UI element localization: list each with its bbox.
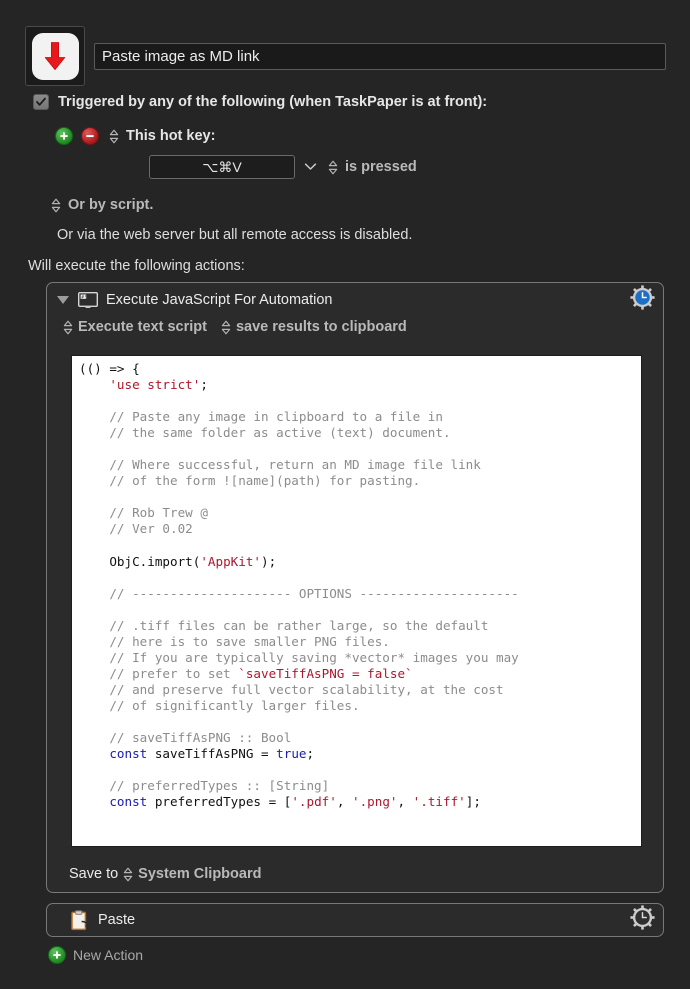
action-panel-paste[interactable]: Paste <box>46 903 664 937</box>
script-trigger-stepper-icon[interactable] <box>51 198 61 213</box>
action-panel-execute-javascript: #! Execute JavaScript For Automation Exe… <box>46 282 664 893</box>
execute-mode-label[interactable]: Execute text script <box>78 319 207 335</box>
results-mode-stepper-icon[interactable] <box>221 320 231 335</box>
execute-mode-stepper-icon[interactable] <box>63 320 73 335</box>
script-editor[interactable]: (() => { 'use strict'; // Paste any imag… <box>71 355 642 847</box>
save-to-prefix: Save to <box>69 866 119 882</box>
red-down-arrow-icon <box>31 32 79 80</box>
new-action-row[interactable]: New Action <box>48 946 143 964</box>
hotkey-condition-stepper-icon[interactable] <box>328 160 338 175</box>
will-execute-label: Will execute the following actions: <box>28 258 245 274</box>
svg-text:#!: #! <box>81 294 87 300</box>
web-server-note: Or via the web server but all remote acc… <box>57 227 413 243</box>
or-by-script-label[interactable]: Or by script. <box>68 197 153 213</box>
add-trigger-button[interactable] <box>55 127 73 145</box>
save-to-stepper-icon[interactable] <box>123 867 133 882</box>
trigger-type-stepper-icon[interactable] <box>109 129 119 144</box>
trigger-checkbox[interactable] <box>33 94 49 110</box>
will-execute-row: Will execute the following actions: <box>28 258 245 274</box>
web-server-note-row: Or via the web server but all remote acc… <box>57 227 412 243</box>
hotkey-trigger-row: This hot key: <box>55 127 215 145</box>
macro-header <box>25 26 666 86</box>
disclosure-triangle-icon[interactable] <box>57 296 69 304</box>
trigger-enabled-row[interactable]: Triggered by any of the following (when … <box>33 94 487 110</box>
gear-clock-icon[interactable] <box>630 285 655 315</box>
hotkey-row: ⌥⌘V is pressed <box>149 155 417 179</box>
green-plus-icon[interactable] <box>48 946 66 964</box>
clipboard-paste-icon <box>71 909 90 931</box>
script-source[interactable]: (() => { 'use strict'; // Paste any imag… <box>72 356 641 810</box>
action-title-row: #! Execute JavaScript For Automation <box>47 283 663 313</box>
save-to-row: Save to System Clipboard <box>69 866 261 882</box>
macro-name-input[interactable] <box>94 42 666 70</box>
macro-icon-well[interactable] <box>25 26 85 86</box>
trigger-checkbox-label: Triggered by any of the following (when … <box>58 94 488 110</box>
gear-clock-icon[interactable] <box>630 905 655 935</box>
hotkey-input[interactable]: ⌥⌘V <box>149 155 295 179</box>
chevron-down-icon[interactable] <box>304 158 317 176</box>
or-by-script-row[interactable]: Or by script. <box>51 197 153 213</box>
new-action-label[interactable]: New Action <box>73 947 143 963</box>
action-title: Execute JavaScript For Automation <box>106 292 333 308</box>
save-to-value[interactable]: System Clipboard <box>138 866 261 882</box>
hotkey-condition-label[interactable]: is pressed <box>345 159 417 175</box>
hotkey-trigger-label[interactable]: This hot key: <box>126 128 215 144</box>
shebang-terminal-icon: #! <box>78 291 98 309</box>
paste-action-label: Paste <box>98 912 136 928</box>
action-options-row: Execute text script save results to clip… <box>47 313 663 335</box>
results-mode-label[interactable]: save results to clipboard <box>236 319 407 335</box>
remove-trigger-button[interactable] <box>81 127 99 145</box>
